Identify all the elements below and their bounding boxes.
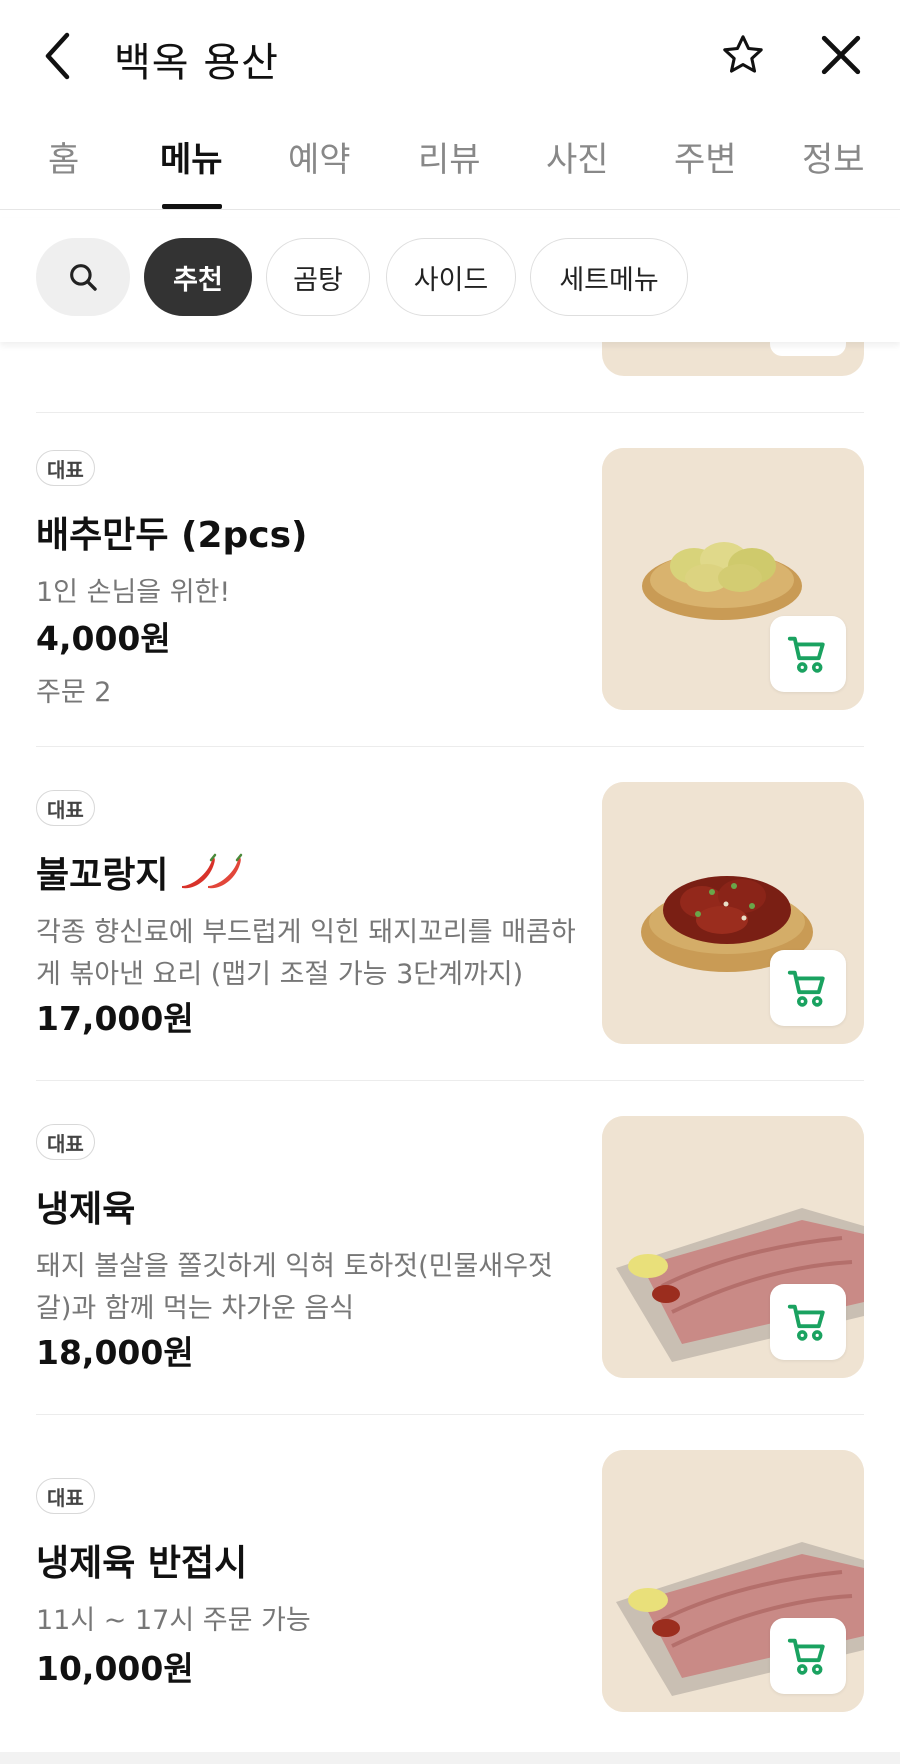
menu-item-description: 돼지 볼살을 쫄깃하게 익혀 토하젓(민물새우젓갈)과 함께 먹는 차가운 음식 bbox=[36, 1251, 553, 1324]
chevron-left-icon bbox=[45, 32, 70, 80]
menu-search-button[interactable] bbox=[36, 238, 130, 316]
item-divider bbox=[36, 1414, 864, 1415]
back-button[interactable] bbox=[36, 26, 80, 86]
tab-bar: 홈 메뉴 예약 리뷰 사진 주변 정보 bbox=[0, 112, 900, 210]
item-divider bbox=[36, 1080, 864, 1081]
menu-item[interactable]: 대표 냉제육 반접시 11시 ~ 17시 주문 가능 10,000원 bbox=[0, 1450, 900, 1764]
menu-item-image[interactable] bbox=[602, 782, 864, 1044]
menu-item-price: 18,000원 bbox=[36, 1333, 194, 1372]
active-tab-indicator bbox=[162, 204, 222, 209]
add-to-cart-button[interactable] bbox=[770, 1284, 846, 1360]
menu-item-name: 냉제육 반접시 bbox=[36, 1543, 248, 1584]
tab-nearby[interactable]: 주변 bbox=[674, 132, 737, 181]
item-divider bbox=[36, 412, 864, 413]
favorite-button[interactable] bbox=[718, 30, 768, 80]
menu-item-name: 불꼬랑지 bbox=[36, 846, 244, 898]
menu-item-price: 17,000원 bbox=[36, 999, 194, 1038]
signature-badge: 대표 bbox=[36, 1478, 95, 1514]
menu-item[interactable]: 대표 불꼬랑지 각종 향신료에 부드럽게 익힌 돼지꼬리를 매콤하게 볶아낸 요… bbox=[0, 782, 900, 1124]
add-to-cart-button[interactable] bbox=[770, 950, 846, 1026]
cart-icon bbox=[787, 970, 825, 1007]
add-to-cart-button[interactable] bbox=[770, 1618, 846, 1694]
menu-item-description: 1인 손님을 위한! bbox=[36, 577, 231, 608]
signature-badge: 대표 bbox=[36, 790, 95, 826]
page-title: 백옥 용산 bbox=[114, 40, 279, 86]
add-to-cart-button[interactable] bbox=[770, 616, 846, 692]
menu-item-image[interactable] bbox=[602, 1116, 864, 1378]
menu-item[interactable]: 대표 배추만두 (2pcs) 1인 손님을 위한! 4,000원 주문 2 bbox=[0, 448, 900, 784]
close-icon bbox=[821, 35, 861, 75]
tab-reservation[interactable]: 예약 bbox=[288, 132, 351, 181]
menu-item-description: 각종 향신료에 부드럽게 익힌 돼지꼬리를 매콤하게 볶아낸 요리 (맵기 조절… bbox=[36, 917, 576, 990]
star-icon bbox=[723, 35, 763, 73]
filter-chip-gomtang[interactable]: 곰탕 bbox=[266, 238, 370, 316]
chili-peppers-icon bbox=[182, 853, 243, 889]
cart-icon bbox=[787, 1304, 825, 1341]
item-divider bbox=[36, 746, 864, 747]
menu-item-description: 11시 ~ 17시 주문 가능 bbox=[36, 1605, 311, 1636]
signature-badge: 대표 bbox=[36, 450, 95, 486]
cart-icon bbox=[787, 1638, 825, 1675]
tab-info[interactable]: 정보 bbox=[802, 132, 865, 181]
signature-badge: 대표 bbox=[36, 1124, 95, 1160]
tab-photos[interactable]: 사진 bbox=[546, 132, 609, 181]
menu-item-price: 4,000원 bbox=[36, 619, 171, 658]
filter-chip-set-menu[interactable]: 세트메뉴 bbox=[530, 238, 688, 316]
bottom-edge bbox=[0, 1752, 900, 1764]
top-bar: 백옥 용산 bbox=[0, 0, 900, 112]
cart-icon bbox=[787, 636, 825, 673]
tab-menu[interactable]: 메뉴 bbox=[160, 132, 223, 181]
category-filter-bar: 추천 곰탕 사이드 세트메뉴 bbox=[0, 218, 900, 342]
menu-item-name: 냉제육 bbox=[36, 1189, 136, 1230]
close-button[interactable] bbox=[816, 30, 866, 80]
tab-home[interactable]: 홈 bbox=[48, 132, 79, 181]
menu-item-price: 10,000원 bbox=[36, 1649, 194, 1688]
filter-chip-side[interactable]: 사이드 bbox=[386, 238, 516, 316]
tab-reviews[interactable]: 리뷰 bbox=[418, 132, 481, 181]
menu-item-order-count: 주문 2 bbox=[36, 677, 112, 708]
menu-item-name: 배추만두 (2pcs) bbox=[36, 515, 308, 556]
menu-item-image[interactable] bbox=[602, 1450, 864, 1712]
menu-item-image[interactable] bbox=[602, 448, 864, 710]
menu-item[interactable]: 대표 냉제육 돼지 볼살을 쫄깃하게 익혀 토하젓(민물새우젓갈)과 함께 먹는… bbox=[0, 1116, 900, 1458]
search-icon bbox=[70, 264, 97, 291]
filter-chip-recommended[interactable]: 추천 bbox=[144, 238, 252, 316]
